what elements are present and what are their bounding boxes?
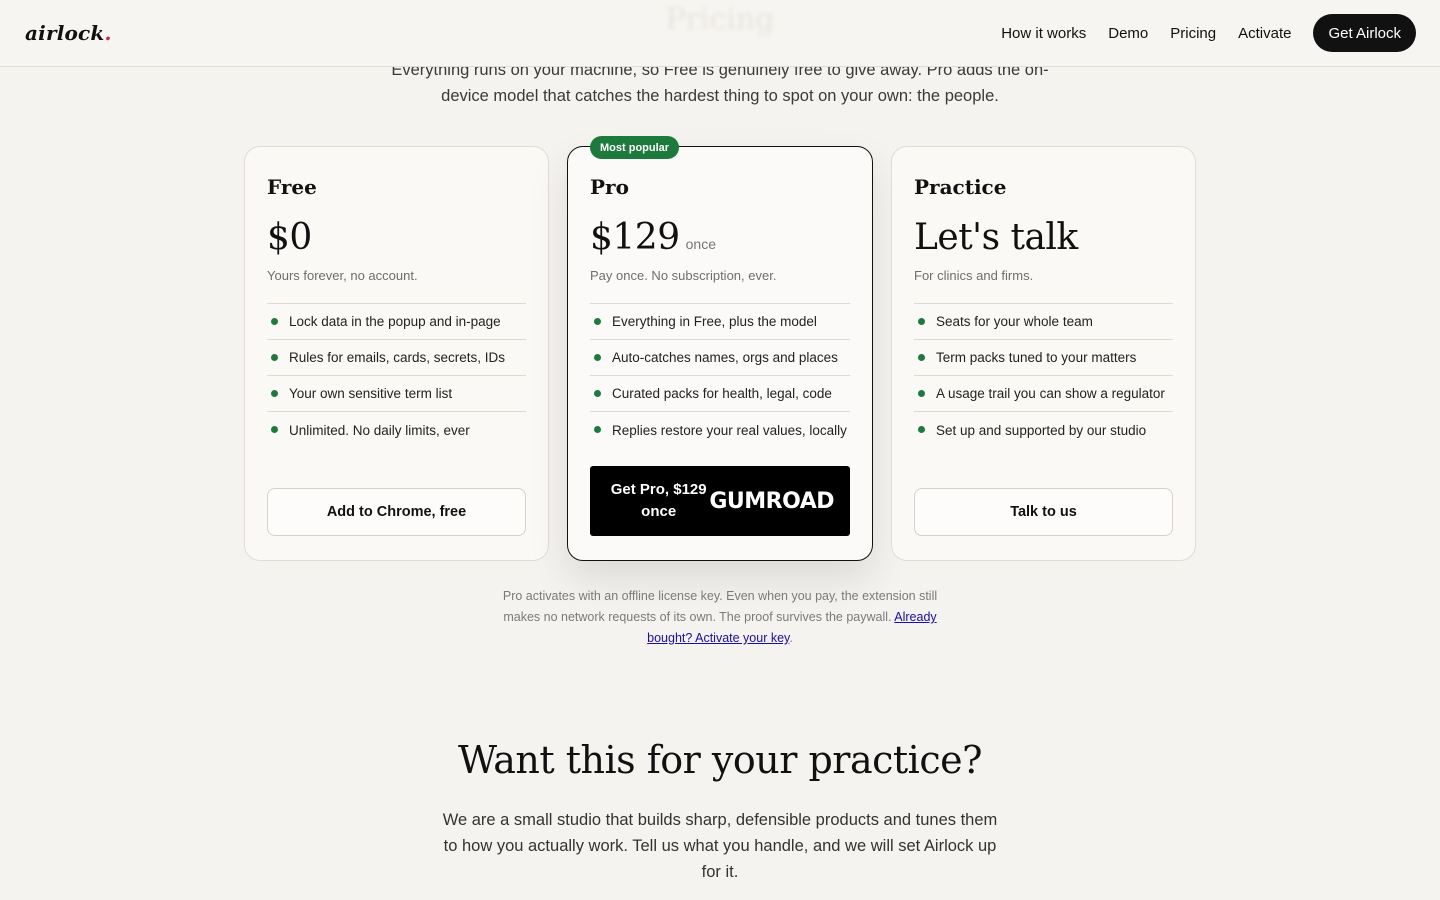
get-pro-gumroad-button[interactable]: Get Pro, $129 once GUMROAD	[590, 466, 850, 536]
plan-tagline: Pay once. No subscription, ever.	[590, 268, 777, 283]
bullet-dot-icon	[271, 426, 278, 433]
bullet-dot-icon	[594, 354, 601, 361]
practice-cta-title: Want this for your practice?	[458, 738, 982, 782]
bullet-dot-icon	[594, 390, 601, 397]
price-suffix: once	[685, 236, 716, 252]
plan-price: $129	[590, 217, 680, 258]
feature-item: Auto-catches names, orgs and places	[590, 340, 850, 376]
feature-text: A usage trail you can show a regulator	[936, 386, 1165, 401]
practice-cta-body: We are a small studio that builds sharp,…	[442, 811, 998, 881]
feature-item: Rules for emails, cards, secrets, IDs	[267, 340, 526, 376]
bullet-dot-icon	[918, 318, 925, 325]
price-row: $129 once	[590, 217, 716, 258]
logo-dot: .	[104, 21, 112, 45]
feature-item: Curated packs for health, legal, code	[590, 376, 850, 412]
plan-tagline: For clinics and firms.	[914, 268, 1034, 283]
feature-item: A usage trail you can show a regulator	[914, 376, 1173, 412]
feature-text: Curated packs for health, legal, code	[612, 386, 832, 401]
nav-pricing[interactable]: Pricing	[1170, 25, 1216, 42]
get-pro-label: Get Pro, $129 once	[610, 481, 707, 520]
bullet-dot-icon	[918, 426, 925, 433]
plan-price: $0	[267, 217, 312, 258]
price-row: $0	[267, 217, 312, 258]
plan-tagline: Yours forever, no account.	[267, 268, 418, 283]
plan-card-free: Free $0 Yours forever, no account. Lock …	[244, 146, 549, 561]
feature-text: Your own sensitive term list	[289, 386, 453, 401]
feature-list: Seats for your whole team Term packs tun…	[914, 303, 1173, 448]
feature-item: Everything in Free, plus the model	[590, 304, 850, 340]
feature-list: Lock data in the popup and in-page Rules…	[267, 303, 526, 448]
feature-text: Rules for emails, cards, secrets, IDs	[289, 350, 506, 365]
bullet-dot-icon	[594, 318, 601, 325]
plan-name: Pro	[590, 175, 629, 199]
bullet-dot-icon	[918, 354, 925, 361]
plan-name: Free	[267, 175, 317, 199]
feature-text: Term packs tuned to your matters	[936, 350, 1137, 365]
plan-name: Practice	[914, 175, 1007, 199]
license-note-end: .	[789, 631, 793, 645]
feature-text: Replies restore your real values, locall…	[612, 422, 847, 438]
feature-item: Your own sensitive term list	[267, 376, 526, 412]
gumroad-logo-icon: GUMROAD	[709, 488, 834, 514]
feature-item: Seats for your whole team	[914, 304, 1173, 340]
plan-price: Let's talk	[914, 217, 1078, 258]
logo-text: airlock	[25, 21, 105, 45]
top-navbar: airlock. How it works Demo Pricing Activ…	[0, 0, 1440, 67]
feature-item: Term packs tuned to your matters	[914, 340, 1173, 376]
most-popular-badge: Most popular	[590, 136, 680, 159]
nav-activate[interactable]: Activate	[1238, 25, 1291, 42]
nav-demo[interactable]: Demo	[1108, 25, 1148, 42]
feature-text: Auto-catches names, orgs and places	[612, 350, 838, 365]
bullet-dot-icon	[271, 390, 278, 397]
add-to-chrome-button[interactable]: Add to Chrome, free	[267, 488, 526, 536]
bullet-dot-icon	[918, 390, 925, 397]
feature-item: Set up and supported by our studio	[914, 412, 1173, 448]
feature-text: Set up and supported by our studio	[936, 422, 1147, 438]
bullet-dot-icon	[271, 318, 278, 325]
bullet-dot-icon	[271, 354, 278, 361]
price-row: Let's talk	[914, 217, 1078, 258]
plan-card-practice: Practice Let's talk For clinics and firm…	[891, 146, 1196, 561]
license-note: Pro activates with an offline license ke…	[500, 586, 940, 649]
feature-item: Replies restore your real values, locall…	[590, 412, 850, 448]
plan-card-pro: Most popular Pro $129 once Pay once. No …	[567, 136, 873, 561]
feature-list: Everything in Free, plus the model Auto-…	[590, 303, 850, 448]
airlock-logo[interactable]: airlock.	[25, 21, 112, 45]
license-note-text: Pro activates with an offline license ke…	[502, 589, 938, 624]
bullet-dot-icon	[594, 426, 601, 433]
talk-to-us-button[interactable]: Talk to us	[914, 488, 1173, 536]
feature-text: Everything in Free, plus the model	[612, 314, 817, 329]
feature-text: Seats for your whole team	[936, 314, 1093, 329]
feature-text: Unlimited. No daily limits, ever	[289, 422, 470, 438]
get-airlock-button[interactable]: Get Airlock	[1313, 14, 1416, 52]
feature-item: Unlimited. No daily limits, ever	[267, 412, 526, 448]
feature-text: Lock data in the popup and in-page	[289, 314, 501, 329]
nav-how-it-works[interactable]: How it works	[1001, 25, 1086, 42]
nav-links: How it works Demo Pricing Activate Get A…	[979, 14, 1416, 52]
feature-item: Lock data in the popup and in-page	[267, 304, 526, 340]
